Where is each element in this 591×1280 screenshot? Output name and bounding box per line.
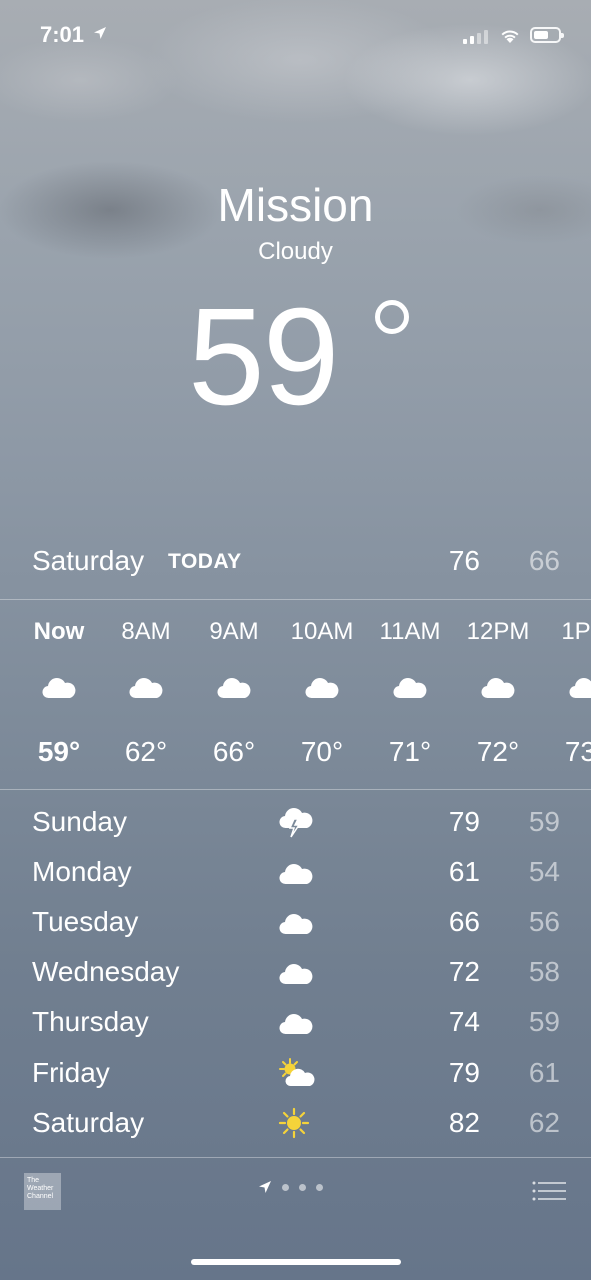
today-low: 66 xyxy=(528,545,560,576)
hourly-item: 11AM 71° xyxy=(368,600,452,790)
day-high: 82 xyxy=(448,1107,480,1138)
thunderstorm-icon xyxy=(279,808,313,838)
daily-forecast-row: Saturday 82 62 xyxy=(0,1101,591,1151)
location-arrow-icon xyxy=(94,27,106,39)
cloud-icon xyxy=(305,678,339,699)
hour-temperature: 70° xyxy=(300,736,344,767)
hour-temperature: 73° xyxy=(564,736,591,767)
daily-forecast-row: Tuesday 66 56 xyxy=(0,900,591,950)
hour-label: 12PM xyxy=(466,618,530,645)
hourly-item: Now 59° xyxy=(17,600,101,790)
page-dot xyxy=(299,1183,306,1191)
hour-label: 8AM xyxy=(121,618,171,645)
day-name: Sunday xyxy=(32,806,127,837)
daily-forecast-row: Sunday 79 59 xyxy=(0,800,591,850)
partly-sunny-icon xyxy=(279,1058,315,1087)
day-low: 61 xyxy=(528,1057,560,1088)
daily-forecast-row: Monday 61 54 xyxy=(0,850,591,900)
divider xyxy=(0,789,591,790)
current-temperature: 59 xyxy=(188,280,339,434)
home-indicator[interactable] xyxy=(191,1259,401,1265)
hour-label: 1PM xyxy=(561,618,591,645)
day-name: Saturday xyxy=(32,1107,145,1138)
day-low: 58 xyxy=(528,956,560,987)
cloud-icon xyxy=(129,678,163,699)
hour-temperature: 66° xyxy=(212,736,256,767)
hour-temperature: 62° xyxy=(124,736,168,767)
today-summary: Saturday TODAY 76 66 xyxy=(0,540,591,584)
day-low: 62 xyxy=(528,1107,560,1138)
hour-temperature: 72° xyxy=(476,736,520,767)
cloud-icon xyxy=(279,914,313,935)
weather-condition: Cloudy xyxy=(258,238,333,265)
city-name: Mission xyxy=(217,179,374,231)
daily-forecast-row: Thursday 74 59 xyxy=(0,1000,591,1050)
hour-label: 9AM xyxy=(209,618,259,645)
day-high: 79 xyxy=(448,806,480,837)
cloud-icon xyxy=(569,678,591,699)
day-name: Wednesday xyxy=(32,956,180,987)
hourly-item: 8AM 62° xyxy=(104,600,188,790)
day-high: 74 xyxy=(448,1006,480,1037)
cloud-icon xyxy=(279,964,313,985)
cloud-icon xyxy=(279,864,313,885)
hourly-item: 12PM 72° xyxy=(456,600,540,790)
wifi-icon xyxy=(501,30,519,43)
day-name: Friday xyxy=(32,1057,110,1088)
page-dot xyxy=(282,1183,289,1191)
divider xyxy=(0,1157,591,1158)
hour-label: 11AM xyxy=(379,618,441,645)
weather-channel-logo[interactable]: The Weather Channel xyxy=(24,1173,61,1210)
sun-icon xyxy=(278,1107,310,1139)
status-time: 7:01 xyxy=(40,22,85,47)
day-low: 59 xyxy=(528,1006,560,1037)
cloud-icon xyxy=(393,678,427,699)
today-high: 76 xyxy=(448,545,480,576)
day-high: 72 xyxy=(448,956,480,987)
today-day: Saturday xyxy=(32,545,145,576)
page-indicator[interactable] xyxy=(258,1180,323,1194)
hourly-forecast[interactable]: Now 59° 8AM 62° 9AM 66° 10AM 70° 11AM 71… xyxy=(0,600,591,790)
cloud-icon xyxy=(279,1014,313,1035)
battery-icon xyxy=(530,27,564,43)
hourly-item: 10AM 70° xyxy=(280,600,364,790)
hour-temperature: 71° xyxy=(388,736,432,767)
hour-label: Now xyxy=(33,618,85,645)
day-name: Tuesday xyxy=(32,906,139,937)
day-low: 54 xyxy=(528,856,560,887)
day-high: 79 xyxy=(448,1057,480,1088)
hourly-item: 9AM 66° xyxy=(192,600,276,790)
day-low: 56 xyxy=(528,906,560,937)
day-high: 66 xyxy=(448,906,480,937)
daily-forecast-row: Wednesday 72 58 xyxy=(0,950,591,1000)
hour-temperature: 59° xyxy=(37,736,81,767)
page-dot xyxy=(316,1183,323,1191)
day-name: Monday xyxy=(32,856,132,887)
cloud-icon xyxy=(217,678,251,699)
day-high: 61 xyxy=(448,856,480,887)
cloud-icon xyxy=(481,678,515,699)
degree-symbol xyxy=(375,300,409,334)
daily-forecast-row: Friday 79 61 xyxy=(0,1051,591,1101)
hourly-item: 1PM 73° xyxy=(544,600,591,790)
hour-label: 10AM xyxy=(290,618,354,645)
day-low: 59 xyxy=(528,806,560,837)
today-label: TODAY xyxy=(168,550,242,573)
list-icon[interactable] xyxy=(532,1181,566,1201)
cloud-icon xyxy=(42,678,76,699)
day-name: Thursday xyxy=(32,1006,149,1037)
location-arrow-icon xyxy=(259,1181,271,1193)
cellular-signal-icon xyxy=(463,30,488,44)
